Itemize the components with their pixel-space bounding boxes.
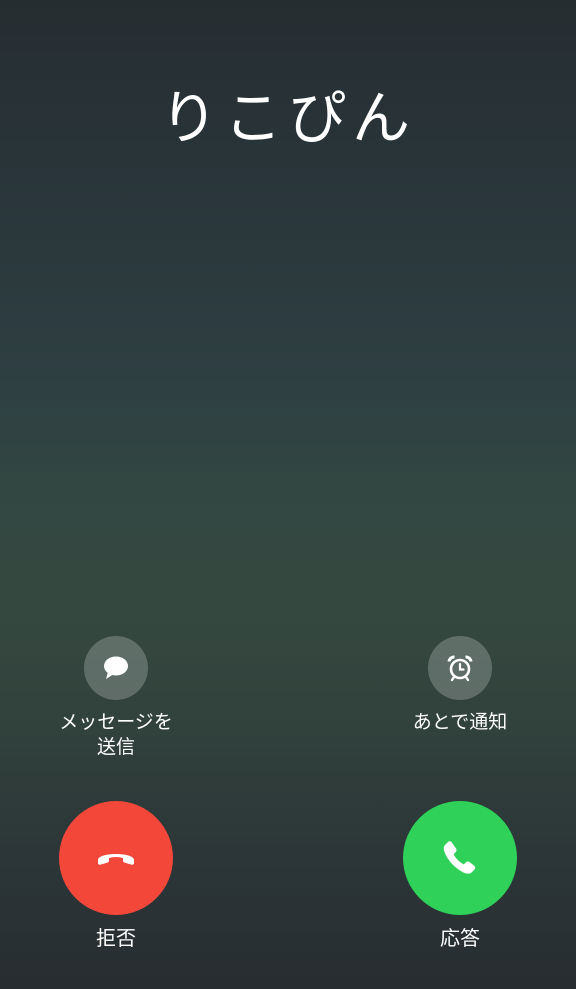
caller-name: りこぴん [159,84,416,152]
phone-hangup-icon [98,854,134,865]
remind-later-button[interactable] [428,636,492,700]
accept-label: 応答 [440,926,480,950]
decline-button[interactable] [59,801,173,915]
send-message-label: メッセージを 送信 [59,711,173,758]
remind-later-label: あとで通知 [412,711,508,733]
decline-label: 拒否 [96,926,136,950]
decline-action: 拒否 [36,801,196,951]
send-message-button[interactable] [84,636,148,700]
accept-button[interactable] [403,801,517,915]
phone-icon [443,841,476,874]
accept-action: 応答 [380,801,540,951]
send-message-action: メッセージを 送信 [36,636,196,760]
alarm-clock-icon [447,655,473,682]
speech-bubble-icon [104,656,128,679]
incoming-call-screen: りこぴん メッセージを 送信 あとで通知 拒否 応答 [0,0,576,989]
remind-later-action: あとで通知 [380,636,540,735]
